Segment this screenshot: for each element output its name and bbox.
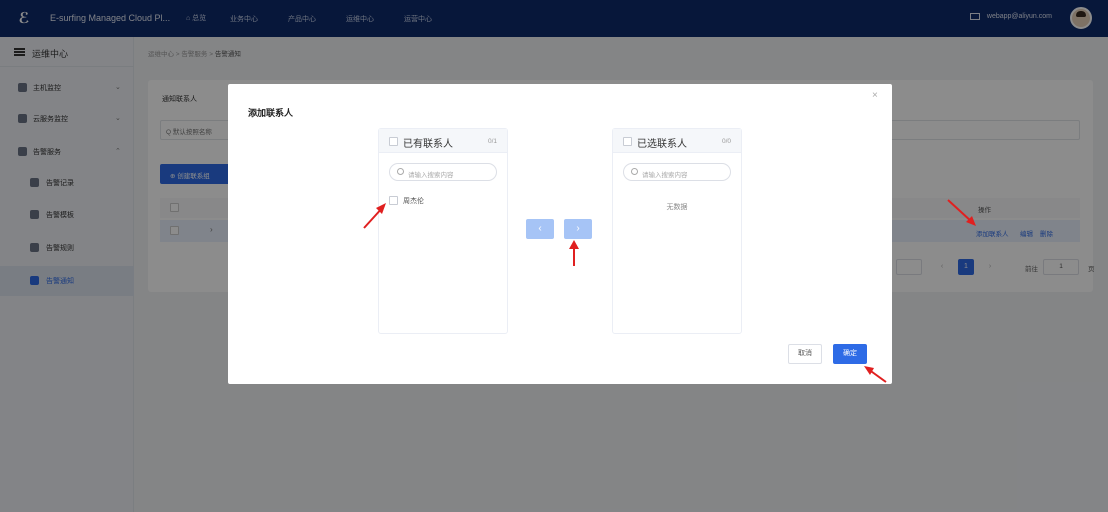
annotation-arrow-icon — [947, 199, 976, 226]
contact-checkbox[interactable] — [389, 196, 398, 205]
move-left-button[interactable]: ‹ — [526, 219, 554, 239]
panel-header: 已有联系人 0/1 — [379, 129, 507, 153]
contact-name: 周杰伦 — [403, 198, 424, 205]
close-icon[interactable]: × — [872, 90, 878, 101]
annotation-arrow-icon — [569, 240, 579, 266]
annotation-arrow-icon — [864, 366, 887, 383]
panel-title: 已选联系人 — [637, 139, 687, 150]
cancel-button[interactable]: 取消 — [788, 344, 822, 364]
list-item[interactable]: 周杰伦 — [389, 195, 497, 207]
search-icon — [631, 168, 638, 175]
select-all-existing-checkbox[interactable] — [389, 137, 398, 146]
add-contact-dialog: 添加联系人 × 已有联系人 0/1 请输入搜索内容 周杰伦 ‹ › 已选联系人 … — [228, 84, 892, 384]
annotation-arrow-icon — [363, 203, 386, 229]
selected-contacts-panel: 已选联系人 0/0 请输入搜索内容 无数据 — [612, 128, 742, 334]
search-placeholder: 请输入搜索内容 — [642, 172, 688, 179]
confirm-button[interactable]: 确定 — [833, 344, 867, 364]
move-right-button[interactable]: › — [564, 219, 592, 239]
panel-title: 已有联系人 — [403, 139, 453, 150]
panel-header: 已选联系人 0/0 — [613, 129, 741, 153]
selected-search-input[interactable]: 请输入搜索内容 — [623, 163, 731, 181]
dialog-title: 添加联系人 — [248, 108, 294, 118]
search-icon — [397, 168, 404, 175]
selection-count: 0/1 — [487, 138, 497, 145]
existing-contacts-panel: 已有联系人 0/1 请输入搜索内容 周杰伦 — [378, 128, 508, 334]
empty-state-text: 无数据 — [666, 204, 688, 211]
select-all-selected-checkbox[interactable] — [623, 137, 632, 146]
selection-count: 0/0 — [721, 138, 731, 145]
existing-search-input[interactable]: 请输入搜索内容 — [389, 163, 497, 181]
search-placeholder: 请输入搜索内容 — [408, 172, 454, 179]
